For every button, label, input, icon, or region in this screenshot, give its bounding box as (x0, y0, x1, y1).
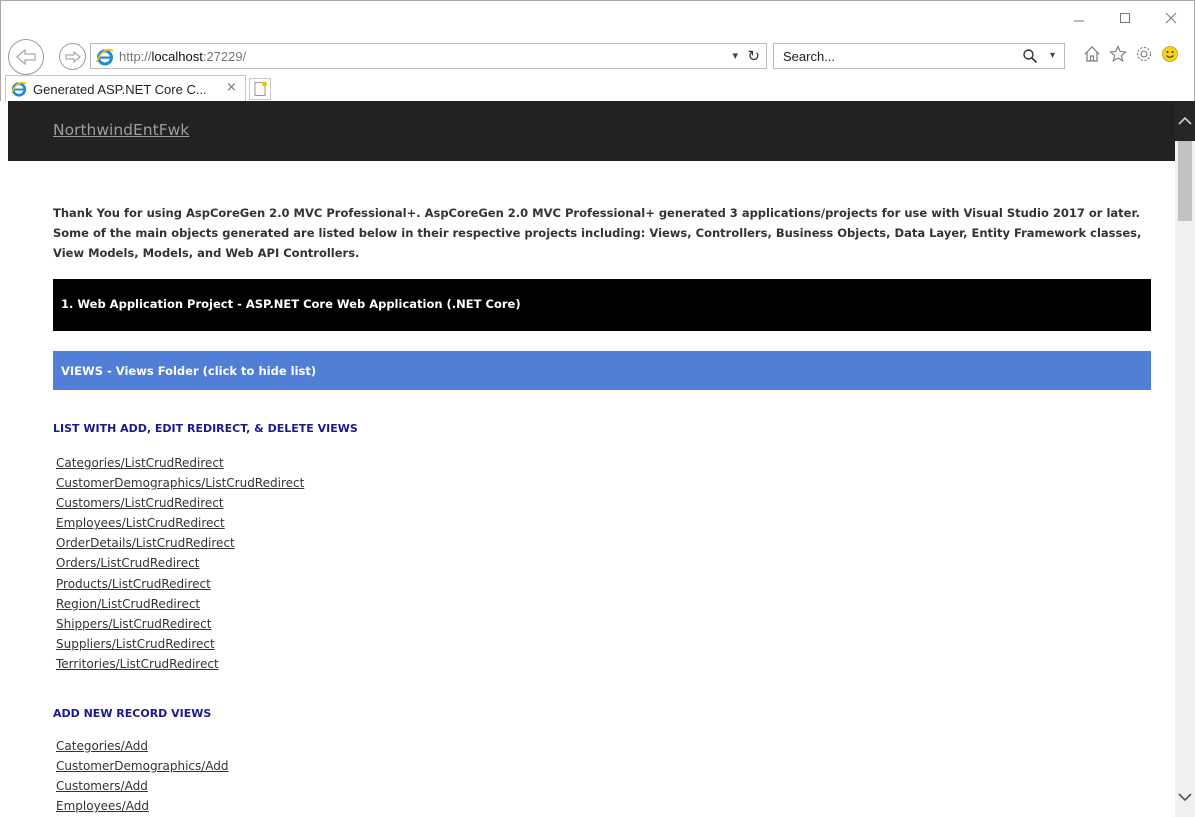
view-link[interactable]: CustomerDemographics/ListCrudRedirect (56, 476, 304, 490)
list-item: CustomerDemographics/Add (56, 755, 229, 775)
brand-link[interactable]: NorthwindEntFwk (53, 121, 189, 139)
gear-icon (1136, 46, 1152, 62)
vertical-scrollbar[interactable] (1175, 101, 1195, 817)
project-heading: 1. Web Application Project - ASP.NET Cor… (53, 279, 1151, 331)
back-arrow-icon (16, 48, 36, 66)
home-button[interactable] (1081, 43, 1103, 65)
list-item: Orders/ListCrudRedirect (56, 552, 304, 572)
tab-active[interactable]: Generated ASP.NET Core C... × (5, 75, 246, 102)
chevron-up-icon (1178, 116, 1192, 125)
view-link[interactable]: Customers/Add (56, 779, 148, 793)
new-tab-icon (254, 81, 267, 96)
toolbar-icons (1081, 43, 1181, 65)
settings-button[interactable] (1133, 43, 1155, 65)
view-link[interactable]: Shippers/ListCrudRedirect (56, 617, 211, 631)
project-heading-text: 1. Web Application Project - ASP.NET Cor… (61, 297, 521, 311)
list-item: Employees/ListCrudRedirect (56, 512, 304, 532)
search-box[interactable]: Search... ▾ (773, 43, 1065, 69)
view-link[interactable]: Categories/ListCrudRedirect (56, 456, 224, 470)
list-item: CustomerDemographics/ListCrudRedirect (56, 472, 304, 492)
refresh-icon[interactable]: ↻ (747, 47, 760, 65)
add-views-links: Categories/Add CustomerDemographics/Add … (56, 735, 229, 815)
search-dropdown-icon[interactable]: ▾ (1050, 50, 1055, 61)
chevron-down-icon (1178, 793, 1192, 802)
minimize-icon (1074, 20, 1084, 22)
list-item: Products/ListCrudRedirect (56, 573, 304, 593)
search-icon[interactable] (1022, 48, 1038, 64)
tab-title: Generated ASP.NET Core C... (33, 82, 207, 97)
browser-chrome: http://localhost:27229/ ▾ ↻ Search... ▾ (0, 0, 1195, 102)
window-controls (1056, 1, 1194, 37)
view-link[interactable]: Categories/Add (56, 739, 148, 753)
scroll-up-button[interactable] (1175, 101, 1195, 141)
list-item: Customers/ListCrudRedirect (56, 492, 304, 512)
tab-close-icon[interactable]: × (226, 80, 237, 95)
smiley-icon (1162, 46, 1178, 62)
view-link[interactable]: OrderDetails/ListCrudRedirect (56, 536, 235, 550)
view-link[interactable]: Orders/ListCrudRedirect (56, 556, 199, 570)
list-item: Categories/Add (56, 735, 229, 755)
favorites-button[interactable] (1107, 43, 1129, 65)
forward-button[interactable] (59, 43, 86, 70)
section-title-add-views: ADD NEW RECORD VIEWS (53, 707, 212, 720)
close-icon (1165, 12, 1177, 24)
list-item: Region/ListCrudRedirect (56, 593, 304, 613)
section-title-list-views: LIST WITH ADD, EDIT REDIRECT, & DELETE V… (53, 422, 358, 435)
list-item: Categories/ListCrudRedirect (56, 452, 304, 472)
minimize-button[interactable] (1056, 1, 1102, 35)
search-input[interactable]: Search... (783, 49, 835, 64)
list-item: Employees/Add (56, 795, 229, 815)
view-link[interactable]: Employees/Add (56, 799, 149, 813)
page-viewport: NorthwindEntFwk Thank You for using AspC… (8, 101, 1175, 817)
close-window-button[interactable] (1148, 1, 1194, 35)
view-link[interactable]: Products/ListCrudRedirect (56, 577, 211, 591)
star-icon (1109, 45, 1127, 62)
view-link[interactable]: CustomerDemographics/Add (56, 759, 229, 773)
view-link[interactable]: Suppliers/ListCrudRedirect (56, 637, 215, 651)
scroll-down-button[interactable] (1175, 777, 1195, 817)
home-icon (1084, 46, 1100, 62)
feedback-button[interactable] (1159, 43, 1181, 65)
views-toggle-text: VIEWS - Views Folder (click to hide list… (61, 364, 317, 378)
maximize-button[interactable] (1102, 1, 1148, 35)
back-button[interactable] (8, 39, 44, 75)
ie-logo-icon (96, 48, 114, 66)
address-dropdown-icon[interactable]: ▾ (732, 49, 738, 62)
view-link[interactable]: Customers/ListCrudRedirect (56, 496, 224, 510)
site-header: NorthwindEntFwk (8, 101, 1175, 161)
url-text: http://localhost:27229/ (119, 49, 247, 64)
maximize-icon (1120, 13, 1130, 23)
list-item: Customers/Add (56, 775, 229, 795)
list-item: Shippers/ListCrudRedirect (56, 613, 304, 633)
view-link[interactable]: Region/ListCrudRedirect (56, 597, 200, 611)
list-item: Territories/ListCrudRedirect (56, 653, 304, 673)
new-tab-button[interactable] (249, 78, 271, 100)
navigation-bar: http://localhost:27229/ ▾ ↻ Search... ▾ (1, 39, 1195, 75)
forward-arrow-icon (64, 50, 81, 63)
address-bar[interactable]: http://localhost:27229/ ▾ ↻ (90, 43, 767, 69)
list-item: Suppliers/ListCrudRedirect (56, 633, 304, 653)
views-toggle-bar[interactable]: VIEWS - Views Folder (click to hide list… (53, 351, 1151, 390)
tab-strip: Generated ASP.NET Core C... × (1, 75, 1195, 102)
intro-text: Thank You for using AspCoreGen 2.0 MVC P… (53, 206, 1142, 260)
list-item: OrderDetails/ListCrudRedirect (56, 532, 304, 552)
ie-logo-icon (11, 81, 27, 97)
view-link[interactable]: Territories/ListCrudRedirect (56, 657, 219, 671)
view-link[interactable]: Employees/ListCrudRedirect (56, 516, 225, 530)
list-views-links: Categories/ListCrudRedirect CustomerDemo… (56, 452, 304, 673)
scroll-thumb[interactable] (1178, 141, 1192, 221)
